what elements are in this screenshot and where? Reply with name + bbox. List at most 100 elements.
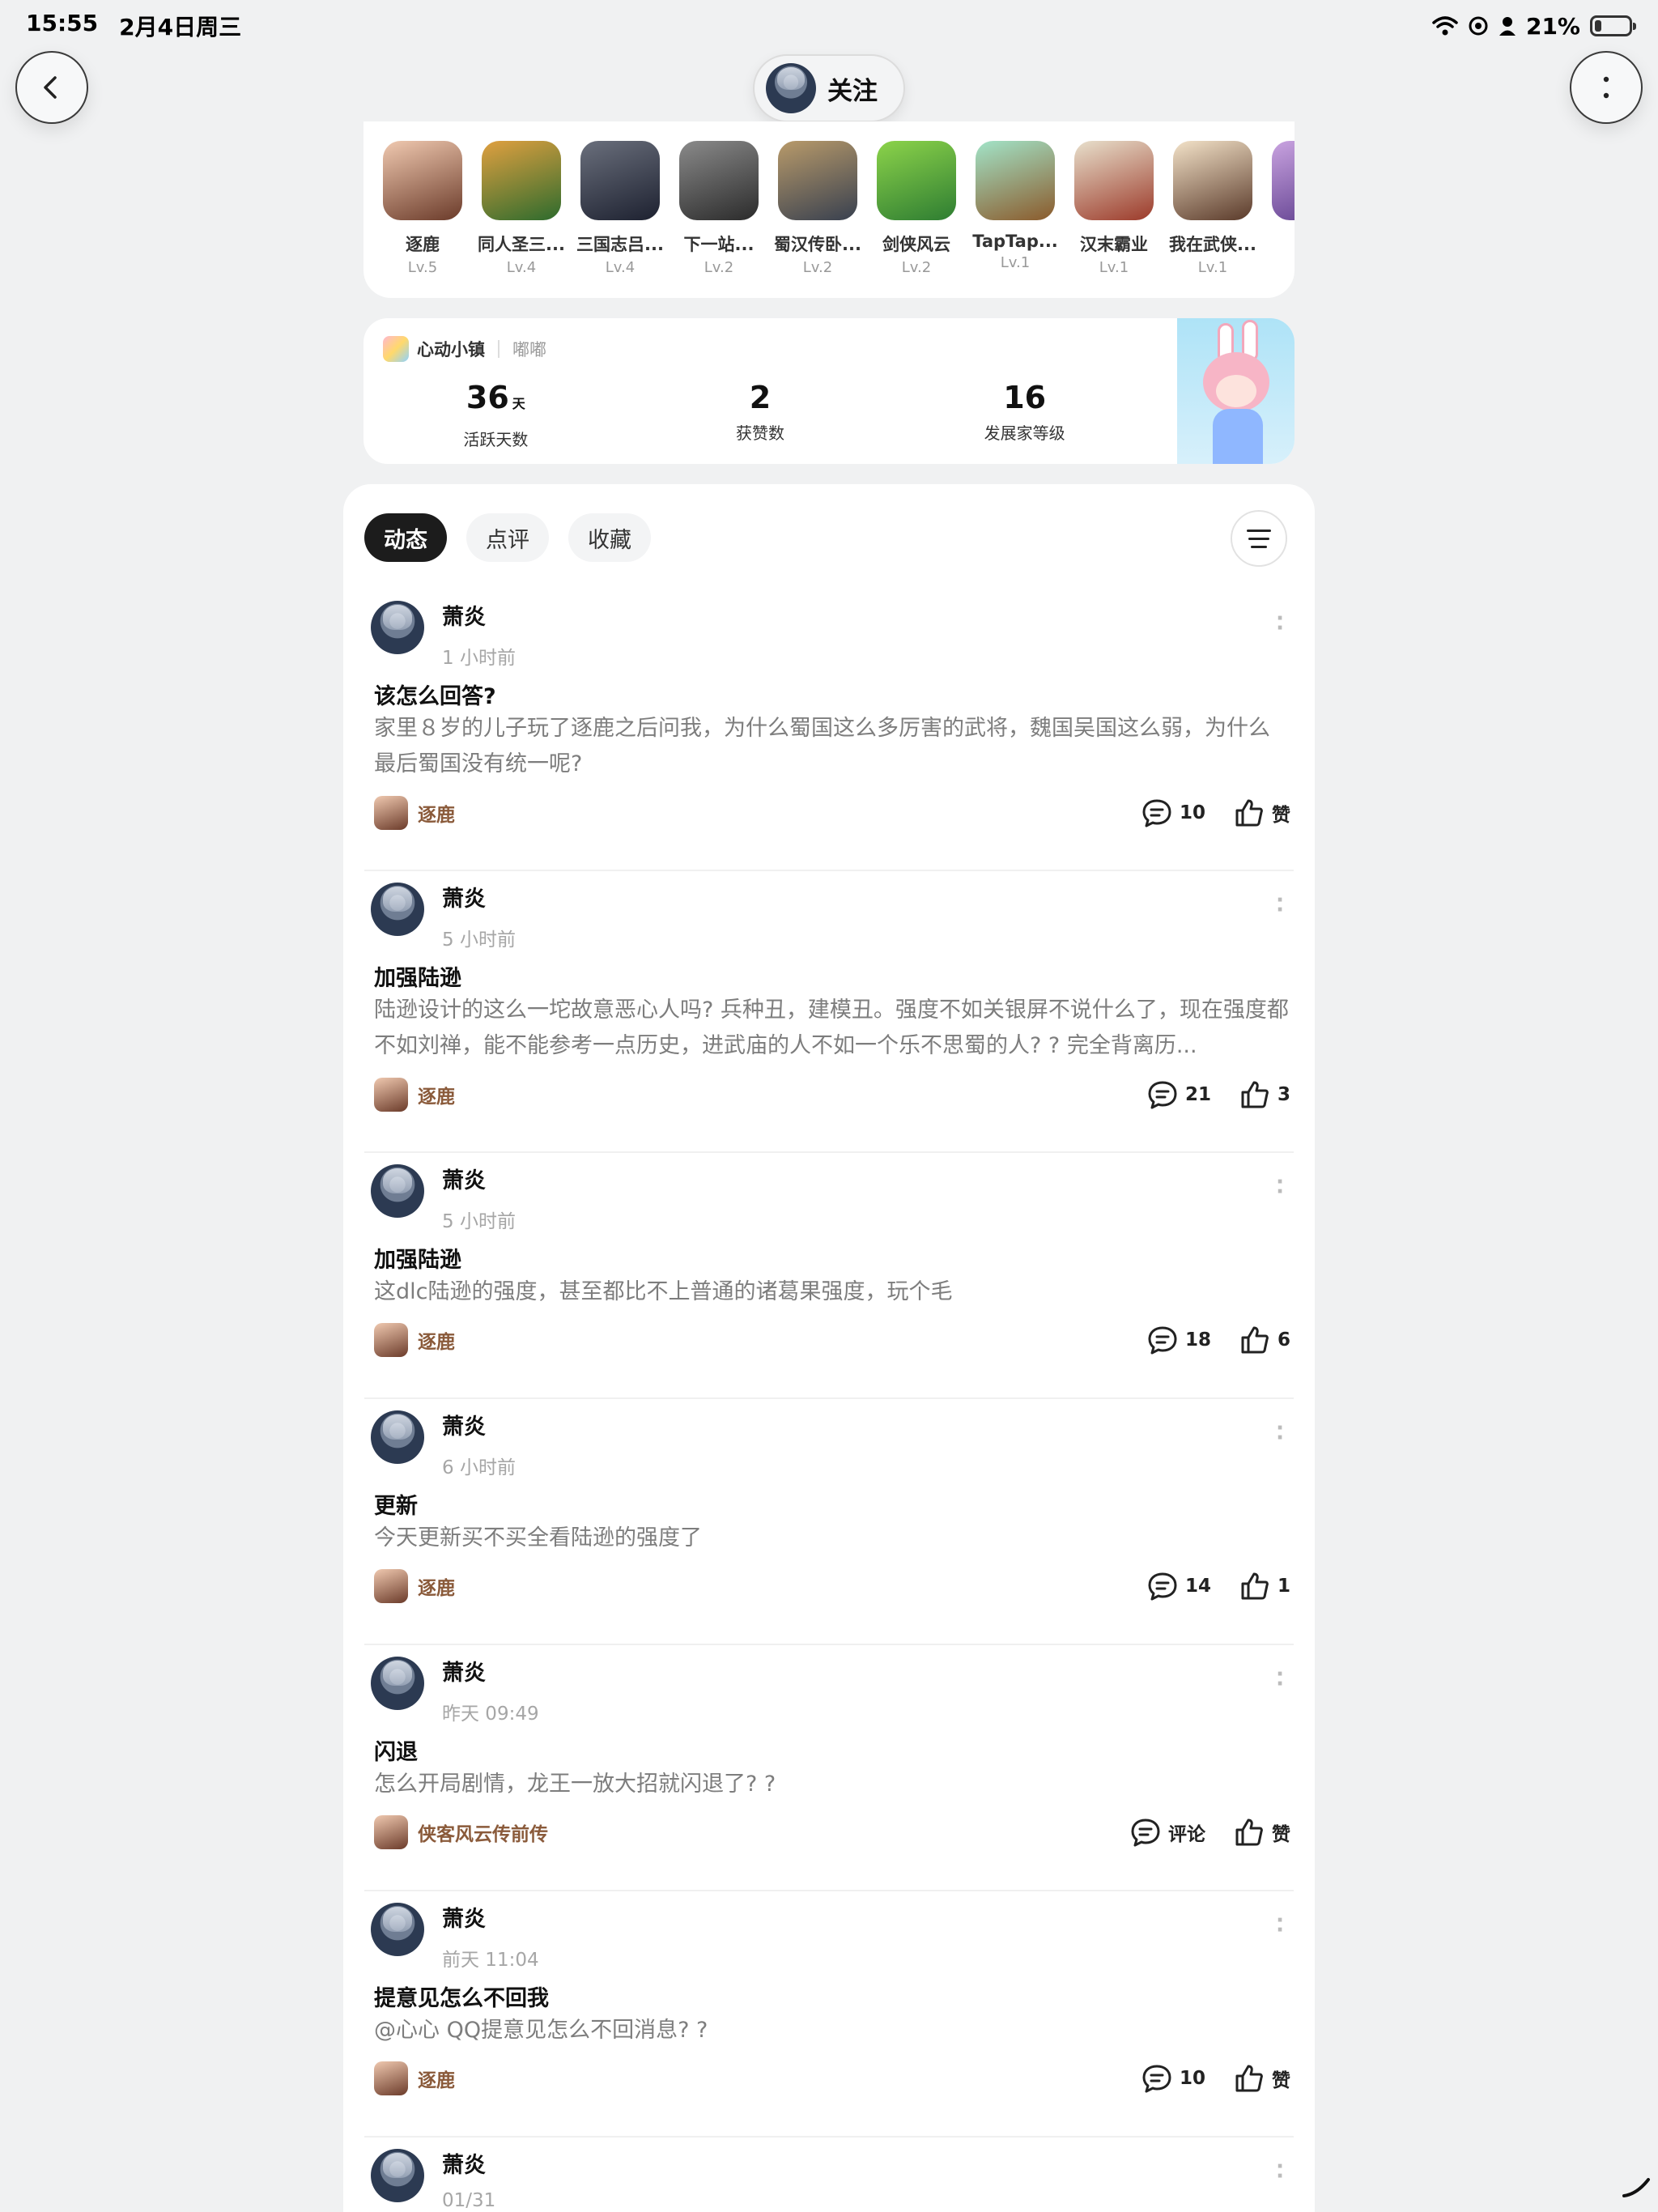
game-item[interactable]: 下一站... Lv.2 (679, 141, 759, 276)
game-level: Lv.4 (506, 259, 537, 276)
post-title: 提意见怎么不回我 (374, 1986, 549, 2011)
game-icon (374, 1815, 408, 1849)
post-item[interactable]: 萧炎 昨天 09:49 · · 闪退 怎么开局剧情，龙王一放大招就闪退了? ? 侠客风云传前… (364, 1645, 1294, 1891)
town-card[interactable]: 心动小镇 嘟嘟 36 天 活跃天数 2 获赞数 16 发展家等级 (363, 318, 1295, 464)
like-button[interactable]: 3 (1239, 1078, 1290, 1111)
like-button[interactable]: 赞 (1233, 797, 1290, 829)
post-author[interactable]: 萧炎 (442, 881, 516, 912)
comment-icon (1148, 1081, 1177, 1109)
post-item[interactable]: 萧炎 01/31 · · (364, 2138, 1294, 2212)
post-game-tag[interactable]: 逐鹿 (374, 1078, 455, 1112)
like-button[interactable]: 赞 (1233, 2062, 1290, 2095)
game-item[interactable]: TapTap... Lv.1 (972, 141, 1058, 276)
post-item[interactable]: 萧炎 5 小时前 · · 加强陆逊 这dlc陆逊的强度，甚至都比不上普通的诸葛果强度，玩个… (364, 1153, 1294, 1399)
game-icon (976, 141, 1055, 220)
post-item[interactable]: 萧炎 1 小时前 · · 该怎么回答? 家里８岁的儿子玩了逐鹿之后问我，为什么蜀国这么多厉… (364, 589, 1294, 871)
avatar[interactable] (371, 1410, 424, 1464)
like-count: 3 (1277, 1084, 1290, 1105)
game-item[interactable]: 三国志吕... Lv.4 (576, 141, 664, 276)
game-level: Lv.5 (407, 259, 438, 276)
focus-icon (1469, 16, 1488, 36)
post-menu-button[interactable]: · · (1276, 1172, 1284, 1202)
back-button[interactable] (15, 51, 88, 124)
comment-button[interactable]: 10 (1141, 2062, 1205, 2095)
post-title: 加强陆逊 (374, 966, 461, 991)
stat-unit: 天 (512, 396, 525, 411)
game-name: 汉末霸业 (1080, 235, 1148, 254)
post-author[interactable]: 萧炎 (442, 599, 516, 631)
game-item[interactable]: 逐鹿 Lv.5 (383, 141, 462, 276)
comment-button[interactable]: 21 (1146, 1078, 1211, 1111)
post-author[interactable]: 萧炎 (442, 2147, 495, 2179)
filter-button[interactable] (1231, 510, 1287, 567)
tab-favorites[interactable]: 收藏 (568, 513, 651, 562)
avatar[interactable] (371, 1657, 424, 1710)
comment-button[interactable]: 评论 (1129, 1816, 1205, 1848)
comment-count: 10 (1179, 2068, 1205, 2089)
game-item[interactable]: 同人圣三... Lv.4 (478, 141, 565, 276)
comment-count: 14 (1184, 1576, 1211, 1597)
avatar[interactable] (371, 1903, 424, 1956)
like-button[interactable]: 6 (1239, 1324, 1290, 1356)
post-game-tag[interactable]: 侠客风云传前传 (374, 1815, 548, 1849)
post-game-tag[interactable]: 逐鹿 (374, 2061, 455, 2095)
game-item[interactable]: 蜀汉传卧... Lv.2 (774, 141, 861, 276)
post-game-name: 逐鹿 (418, 2070, 455, 2091)
post-item[interactable]: 萧炎 前天 11:04 · · 提意见怎么不回我 @心心 QQ提意见怎么不回消息? ? 逐鹿… (364, 1891, 1294, 2138)
post-game-tag[interactable]: 逐鹿 (374, 796, 455, 830)
like-button[interactable]: 1 (1239, 1570, 1290, 1602)
post-item[interactable]: 萧炎 5 小时前 · · 加强陆逊 陆逊设计的这么一坨故意恶心人吗? 兵种丑，建模丑。强度… (364, 871, 1294, 1153)
post-author[interactable]: 萧炎 (442, 1163, 516, 1194)
battery-level-fill (1595, 20, 1601, 32)
avatar[interactable] (371, 601, 424, 654)
post-author[interactable]: 萧炎 (442, 1901, 539, 1933)
avatar[interactable] (371, 883, 424, 936)
comment-button[interactable]: 14 (1146, 1570, 1211, 1602)
comment-button[interactable]: 10 (1141, 797, 1205, 829)
more-options-button[interactable] (1570, 51, 1643, 124)
game-name: Q (1263, 232, 1295, 251)
tab-activity[interactable]: 动态 (364, 513, 447, 562)
post-game-tag[interactable]: 逐鹿 (374, 1323, 455, 1357)
game-item[interactable]: 汉末霸业 Lv.1 (1074, 141, 1154, 276)
post-menu-button[interactable]: · · (1276, 1910, 1284, 1941)
post-menu-button[interactable]: · · (1276, 1418, 1284, 1448)
battery-icon (1590, 15, 1636, 36)
like-button[interactable]: 赞 (1233, 1816, 1290, 1848)
post-body: 家里８岁的儿子玩了逐鹿之后问我，为什么蜀国这么多厉害的武将，魏国吴国这么弱，为什… (374, 716, 1270, 776)
comment-icon (1131, 1819, 1160, 1847)
tab-reviews[interactable]: 点评 (466, 513, 549, 562)
post-menu-button[interactable]: · · (1276, 1664, 1284, 1695)
stat-value: 36 (466, 380, 509, 415)
post-game-tag[interactable]: 逐鹿 (374, 1569, 455, 1603)
game-name: 逐鹿 (406, 235, 440, 254)
game-item[interactable]: 剑侠风云 Lv.2 (877, 141, 956, 276)
game-item[interactable]: Q (1272, 141, 1295, 276)
game-name: 三国志吕... (576, 235, 664, 254)
game-icon (374, 1323, 408, 1357)
town-stats: 36 天 活跃天数 2 获赞数 16 发展家等级 (363, 381, 1157, 450)
game-level: Lv.4 (605, 259, 636, 276)
game-icon (374, 1078, 408, 1112)
post-menu-button[interactable]: · · (1276, 608, 1284, 639)
game-item[interactable]: 我在武侠... Lv.1 (1169, 141, 1256, 276)
game-icon (877, 141, 956, 220)
like-count: 赞 (1272, 2070, 1290, 2091)
thumbs-up-icon (1235, 2065, 1263, 2092)
thumbs-up-icon (1241, 1326, 1269, 1354)
game-level: Lv.1 (1000, 254, 1031, 271)
post-author[interactable]: 萧炎 (442, 1409, 516, 1440)
post-menu-button[interactable]: · · (1276, 2156, 1284, 2187)
post-author[interactable]: 萧炎 (442, 1655, 539, 1687)
avatar[interactable] (371, 1164, 424, 1218)
post-time: 6 小时前 (442, 1457, 516, 1478)
post-item[interactable]: 萧炎 6 小时前 · · 更新 今天更新买不买全看陆逊的强度了 逐鹿 14 1 (364, 1399, 1294, 1645)
avatar[interactable] (371, 2149, 424, 2202)
town-nickname: 嘟嘟 (512, 340, 546, 359)
stat-label: 活跃天数 (463, 430, 529, 449)
game-name: 同人圣三... (478, 235, 565, 254)
post-menu-button[interactable]: · · (1276, 890, 1284, 921)
status-date: 2月4日周三 (119, 14, 242, 40)
comment-button[interactable]: 18 (1146, 1324, 1211, 1356)
follow-button[interactable]: 关注 (753, 54, 905, 122)
